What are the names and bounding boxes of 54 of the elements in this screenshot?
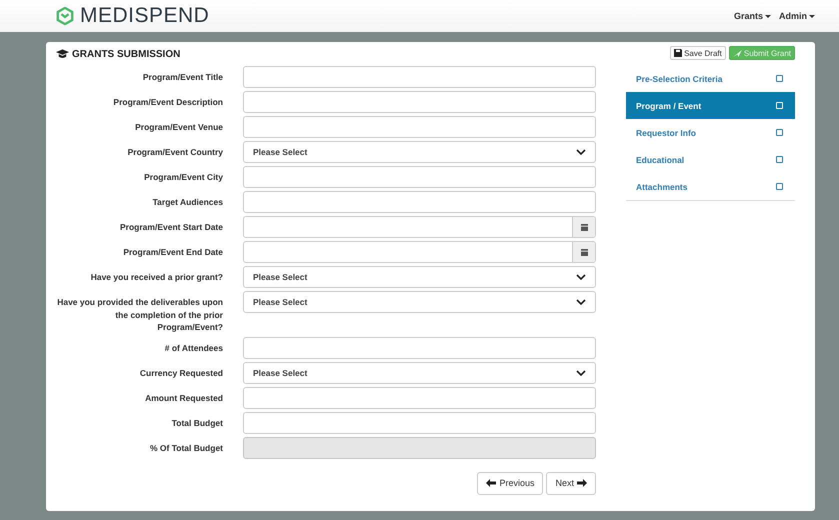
field-label: Program/Event City [143, 171, 223, 184]
graduation-cap-icon [56, 49, 69, 59]
logo-icon [56, 7, 74, 25]
arrow-left-icon [486, 479, 496, 487]
previous-button[interactable]: Previous [477, 472, 544, 494]
select-field[interactable]: Please Select [243, 141, 596, 163]
next-button[interactable]: Next [546, 472, 596, 494]
select-field[interactable]: Please Select [243, 266, 596, 288]
select-field[interactable]: Please Select [243, 291, 596, 313]
nav-menu[interactable]: Admin [779, 11, 815, 21]
step-tab[interactable]: Requestor Info [626, 119, 795, 146]
field-label: % Of Total Budget [148, 442, 223, 454]
field-label: Have you provided the deliverables upon the completion of the prior Program/Event? [56, 296, 223, 334]
field-label: Currency Requested [138, 366, 223, 379]
send-icon [732, 50, 742, 56]
field-label: # of Attendees [164, 342, 223, 354]
text-field[interactable] [243, 166, 596, 188]
text-field[interactable] [243, 91, 596, 113]
calendar-icon [580, 248, 588, 256]
caret-icon [809, 14, 815, 18]
chevron-down-icon [576, 299, 586, 305]
field-label: Program/Event Venue [134, 121, 223, 134]
text-field[interactable] [243, 412, 596, 434]
text-field[interactable] [243, 191, 596, 213]
field-label: Program/Event End Date [122, 246, 223, 258]
field-label: Amount Requested [144, 392, 223, 404]
chevron-down-icon [576, 149, 586, 155]
chevron-down-icon [576, 370, 586, 376]
text-field[interactable] [243, 116, 596, 138]
field-label: Program/Event Start Date [119, 221, 223, 234]
field-label: Target Audiences [152, 196, 223, 208]
field-label: Program/Event Country [126, 146, 223, 158]
step-tab[interactable]: Program / Event [626, 92, 795, 119]
calendar-icon [580, 224, 588, 230]
field-label: Total Budget [170, 416, 223, 429]
text-field[interactable] [243, 386, 596, 408]
caret-icon [765, 14, 771, 18]
panel-title: GRANTS SUBMISSION [72, 48, 180, 60]
text-field[interactable] [243, 66, 596, 88]
nav-menu[interactable]: Grants [734, 11, 771, 21]
chevron-down-icon [576, 274, 586, 280]
select-field[interactable]: Please Select [243, 362, 596, 384]
arrow-right-icon [577, 479, 587, 487]
field-label: Program/Event Description [112, 96, 223, 108]
date-field[interactable] [243, 241, 596, 263]
text-field[interactable] [243, 336, 596, 358]
step-tab[interactable]: Attachments [626, 173, 795, 200]
date-field[interactable] [243, 216, 596, 238]
save-draft-button[interactable]: Save Draft [670, 46, 726, 60]
brand-name: MEDISPEND [80, 4, 210, 28]
step-tab[interactable]: Pre-Selection Criteria [626, 65, 795, 92]
field-label: Program/Event Title [142, 71, 223, 84]
step-tab[interactable]: Educational [626, 146, 795, 173]
field-label: Have you received a prior grant? [90, 271, 223, 284]
